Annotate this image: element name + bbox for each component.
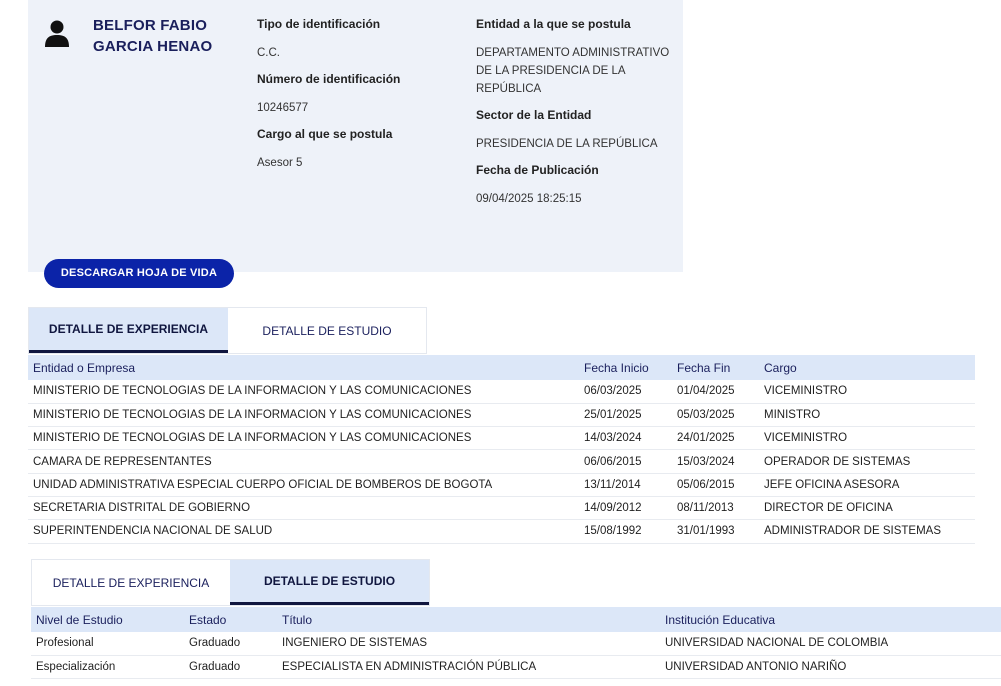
table-cell: 15/03/2024: [672, 449, 759, 474]
experience-table: Entidad o Empresa Fecha Inicio Fecha Fin…: [28, 355, 975, 544]
column-header: Nivel de Estudio: [36, 612, 123, 627]
id-type-value: C.C.: [257, 47, 280, 59]
id-number-value: 10246577: [257, 102, 309, 114]
table-row: SUPERINTENDENCIA NACIONAL DE SALUD 15/08…: [28, 519, 975, 544]
table-cell: 08/11/2013: [672, 496, 759, 521]
table-row: Profesional Graduado INGENIERO DE SISTEM…: [31, 632, 1001, 656]
table-cell: UNIDAD ADMINISTRATIVA ESPECIAL CUERPO OF…: [28, 473, 579, 497]
column-header: Institución Educativa: [665, 612, 776, 627]
table-cell: MINISTERIO DE TECNOLOGIAS DE LA INFORMAC…: [28, 403, 579, 428]
study-table: Nivel de Estudio Estado Título Instituci…: [31, 607, 1001, 680]
entity-column: Entidad a la que se postula DEPARTAMENTO…: [476, 17, 681, 208]
candidate-name: BELFOR FABIO GARCIA HENAO: [93, 17, 213, 55]
sector-label: Sector de la Entidad: [476, 108, 592, 122]
table-cell: 25/01/2025: [579, 403, 672, 428]
table-row: UNIDAD ADMINISTRATIVA ESPECIAL CUERPO OF…: [28, 473, 975, 497]
user-icon: [45, 20, 69, 47]
table-cell: ADMINISTRADOR DE SISTEMAS: [759, 519, 975, 544]
table-cell: Profesional: [31, 632, 184, 656]
table-cell: Graduado: [184, 655, 277, 680]
id-type-label: Tipo de identificación: [257, 17, 381, 31]
table-cell: SUPERINTENDENCIA NACIONAL DE SALUD: [28, 519, 579, 544]
position-value: Asesor 5: [257, 157, 303, 169]
table-header-row: Entidad o Empresa Fecha Inicio Fecha Fin…: [28, 355, 975, 380]
table-cell: SECRETARIA DISTRITAL DE GOBIERNO: [28, 496, 579, 521]
table-cell: INGENIERO DE SISTEMAS: [277, 632, 660, 656]
table-cell: ESPECIALISTA EN ADMINISTRACIÓN PÚBLICA: [277, 655, 660, 680]
table-row: CAMARA DE REPRESENTANTES 06/06/2015 15/0…: [28, 449, 975, 474]
publication-date-value: 09/04/2025 18:25:15: [476, 193, 582, 205]
table-row: MINISTERIO DE TECNOLOGIAS DE LA INFORMAC…: [28, 426, 975, 451]
table-cell: MINISTRO: [759, 403, 975, 428]
table-cell: 05/03/2025: [672, 403, 759, 428]
table-row: MINISTERIO DE TECNOLOGIAS DE LA INFORMAC…: [28, 403, 975, 428]
table-cell: 15/08/1992: [579, 519, 672, 544]
table-cell: UNIVERSIDAD NACIONAL DE COLOMBIA: [660, 632, 1001, 656]
id-number-label: Número de identificación: [257, 72, 401, 86]
table-cell: 05/06/2015: [672, 473, 759, 497]
table-cell: 24/01/2025: [672, 426, 759, 451]
table-cell: MINISTERIO DE TECNOLOGIAS DE LA INFORMAC…: [28, 426, 579, 451]
sector-value: PRESIDENCIA DE LA REPÚBLICA: [476, 138, 658, 150]
tab-study[interactable]: DETALLE DE ESTUDIO: [228, 308, 426, 353]
table-cell: VICEMINISTRO: [759, 426, 975, 451]
table-cell: Graduado: [184, 632, 277, 656]
column-header: Entidad o Empresa: [33, 360, 136, 375]
position-label: Cargo al que se postula: [257, 127, 393, 141]
id-column: Tipo de identificación C.C. Número de id…: [257, 17, 457, 172]
tab-experience[interactable]: DETALLE DE EXPERIENCIA: [29, 308, 228, 353]
table-cell: 31/01/1993: [672, 519, 759, 544]
table-cell: DIRECTOR DE OFICINA: [759, 496, 975, 521]
tab-experience[interactable]: DETALLE DE EXPERIENCIA: [32, 560, 230, 605]
column-header: Cargo: [764, 360, 797, 375]
column-header: Estado: [189, 612, 227, 627]
table-cell: VICEMINISTRO: [759, 380, 975, 404]
table-cell: UNIVERSIDAD ANTONIO NARIÑO: [660, 655, 1001, 680]
table-cell: 01/04/2025: [672, 380, 759, 404]
column-header: Título: [282, 612, 313, 627]
table-row: Especialización Graduado ESPECIALISTA EN…: [31, 655, 1001, 680]
table-cell: 13/11/2014: [579, 473, 672, 497]
study-tab-bar: DETALLE DE EXPERIENCIA DETALLE DE ESTUDI…: [31, 559, 430, 606]
profile-card: BELFOR FABIO GARCIA HENAO Tipo de identi…: [28, 0, 683, 272]
table-cell: 14/09/2012: [579, 496, 672, 521]
table-header-row: Nivel de Estudio Estado Título Instituci…: [31, 607, 1001, 632]
table-cell: 06/06/2015: [579, 449, 672, 474]
download-cv-button[interactable]: DESCARGAR HOJA DE VIDA: [44, 259, 234, 288]
experience-tab-bar: DETALLE DE EXPERIENCIA DETALLE DE ESTUDI…: [28, 307, 427, 354]
table-cell: 14/03/2024: [579, 426, 672, 451]
table-cell: 06/03/2025: [579, 380, 672, 404]
table-row: MINISTERIO DE TECNOLOGIAS DE LA INFORMAC…: [28, 380, 975, 404]
table-cell: OPERADOR DE SISTEMAS: [759, 449, 975, 474]
tab-study[interactable]: DETALLE DE ESTUDIO: [230, 560, 429, 605]
table-cell: JEFE OFICINA ASESORA: [759, 473, 975, 497]
table-cell: MINISTERIO DE TECNOLOGIAS DE LA INFORMAC…: [28, 380, 579, 404]
entity-value: DEPARTAMENTO ADMINISTRATIVO DE LA PRESID…: [476, 47, 670, 95]
table-cell: Especialización: [31, 655, 184, 680]
table-row: SECRETARIA DISTRITAL DE GOBIERNO 14/09/2…: [28, 496, 975, 521]
publication-date-label: Fecha de Publicación: [476, 163, 599, 177]
column-header: Fecha Inicio: [584, 360, 649, 375]
entity-label: Entidad a la que se postula: [476, 17, 631, 31]
table-cell: CAMARA DE REPRESENTANTES: [28, 449, 579, 474]
column-header: Fecha Fin: [677, 360, 731, 375]
